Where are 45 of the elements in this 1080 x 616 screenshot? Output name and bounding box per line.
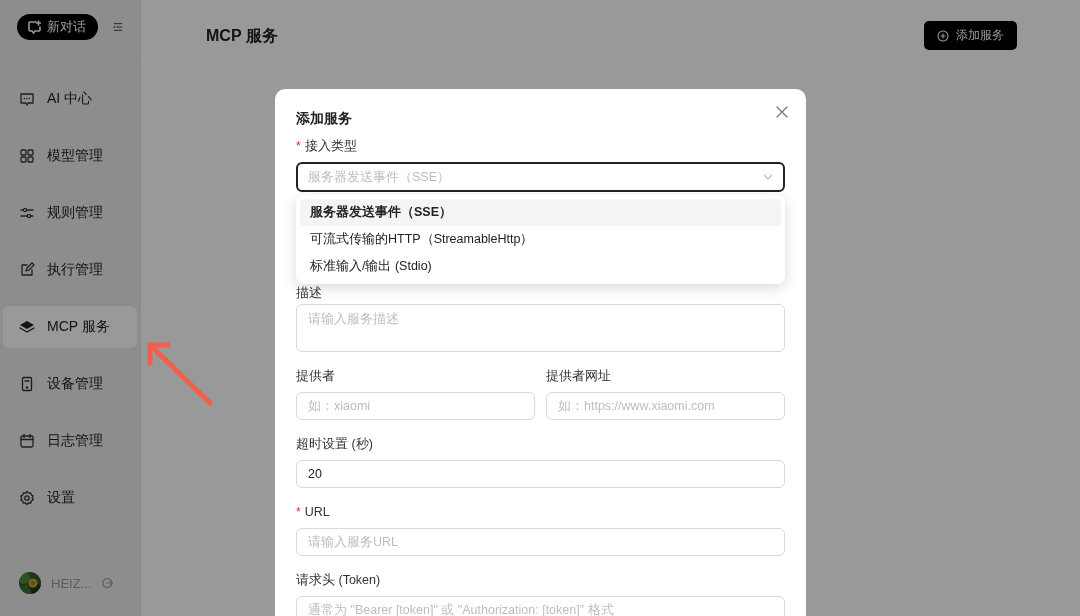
field-label: 提供者网址 (546, 367, 611, 385)
settings-icon (19, 490, 35, 506)
new-chat-button[interactable]: 新对话 (17, 14, 98, 40)
input-field[interactable]: 通常为 "Bearer [token]" 或 "Authorization: [token]" 格式 (296, 596, 785, 616)
sidebar-item[interactable]: 设置 (3, 477, 137, 519)
sidebar-item[interactable]: 规则管理 (3, 192, 137, 234)
sliders-icon (19, 205, 35, 221)
sidebar-item[interactable]: MCP 服务 (3, 306, 137, 348)
add-service-button[interactable]: 添加服务 (924, 21, 1017, 50)
required-mark: * (296, 505, 301, 519)
field-label: URL (304, 505, 330, 519)
field-label: 提供者 (296, 367, 335, 385)
required-mark: * (296, 139, 301, 153)
input-field[interactable]: 如：xiaomi (296, 392, 535, 420)
menu-icon[interactable] (113, 22, 123, 32)
field-label: 请求头 (Token) (296, 571, 381, 589)
sidebar-item[interactable]: 模型管理 (3, 135, 137, 177)
logout-icon[interactable] (101, 577, 114, 589)
chevron-down-icon (763, 174, 773, 180)
input-field[interactable]: 20 (296, 460, 785, 488)
sidebar-item[interactable]: 执行管理 (3, 249, 137, 291)
close-icon (775, 105, 789, 119)
chat-icon (19, 91, 35, 107)
sidebar-item[interactable]: 设备管理 (3, 363, 137, 405)
layers-icon (19, 319, 35, 335)
field-label: 接入类型 (304, 137, 357, 155)
field-label: 超时设置 (秒) (296, 435, 373, 453)
dialog-title: 添加服务 (296, 109, 352, 128)
grid-icon (19, 148, 35, 164)
dropdown-option[interactable]: 服务器发送事件（SSE） (300, 199, 781, 226)
text-area[interactable]: 请输入服务描述 (296, 304, 785, 352)
chat-plus-icon (27, 20, 41, 34)
input-field[interactable]: 请输入服务URL (296, 528, 785, 556)
dropdown-option[interactable]: 标准输入/输出 (Stdio) (300, 253, 781, 280)
sidebar-item[interactable]: 日志管理 (3, 420, 137, 462)
page-title: MCP 服务 (206, 26, 278, 46)
dropdown-option[interactable]: 可流式传输的HTTP（StreamableHttp） (300, 226, 781, 253)
plus-circle-icon (937, 29, 949, 42)
sidebar-item[interactable]: AI 中心 (3, 78, 137, 120)
calendar-icon (19, 433, 35, 449)
edit-icon (19, 262, 35, 278)
field-label: 描述 (296, 284, 322, 302)
device-icon (19, 376, 35, 392)
input-field[interactable]: 如：https://www.xiaomi.com (546, 392, 785, 420)
close-button[interactable] (775, 105, 789, 119)
